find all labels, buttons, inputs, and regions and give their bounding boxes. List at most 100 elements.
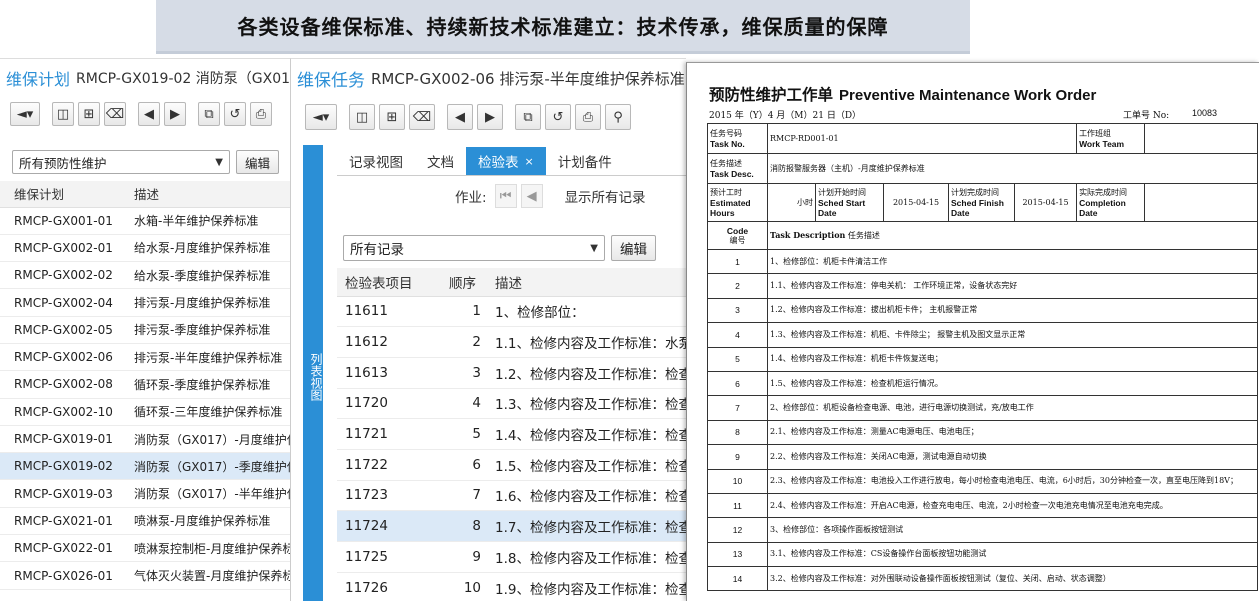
column-header-desc[interactable]: 描述: [120, 181, 290, 208]
table-row[interactable]: RMCP-GX002-06 排污泵-半年度维护保养标准: [0, 343, 290, 372]
plan-code[interactable]: RMCP-GX001-01: [0, 207, 120, 235]
refresh-icon[interactable]: ↺: [545, 104, 571, 130]
column-header-desc[interactable]: 描述: [487, 268, 686, 297]
plan-code[interactable]: RMCP-GX002-04: [0, 288, 120, 317]
show-all-records[interactable]: 显示所有记录: [565, 186, 646, 206]
preview-icon[interactable]: ⚲: [605, 104, 631, 130]
save-icon[interactable]: ◫: [349, 104, 375, 130]
column-header-item[interactable]: 检验表项目: [337, 268, 441, 297]
task-row: 13 3.1、检修内容及工作标准：CS设备操作台面板按钮功能测试: [707, 541, 1259, 568]
table-row[interactable]: RMCP-GX026-01 气体灭火装置-月度维护保养标准: [0, 561, 290, 590]
plan-code[interactable]: RMCP-GX002-02: [0, 261, 120, 290]
next-record-icon[interactable]: ▶: [477, 104, 503, 130]
table-row[interactable]: 11724 8 1.7、检修内容及工作标准：检查渭: [337, 510, 686, 542]
plan-code[interactable]: RMCP-GX019-01: [0, 425, 120, 454]
plan-code[interactable]: RMCP-GX019-03: [0, 479, 120, 508]
print-icon[interactable]: ⎙: [250, 102, 272, 126]
plan-table: 维保计划 描述 RMCP-GX001-01 水箱-半年维护保养标准 RMCP-GX0…: [0, 181, 290, 590]
checklist-item-id[interactable]: 11720: [337, 388, 441, 420]
back-menu-icon[interactable]: ◄▾: [10, 102, 40, 126]
task-description: 1.5、检修内容及工作标准：检查机柜运行情况。: [766, 370, 1259, 397]
toolbar: ◄▾ ◫ ⊞ ⌫ ◀ ▶ ⧉ ↺ ⎙: [0, 97, 290, 131]
checklist-sequence: 5: [441, 418, 487, 450]
first-record-icon[interactable]: ⏮: [494, 184, 517, 208]
tab-checklist[interactable]: 检验表 ×: [466, 147, 546, 175]
column-header-seq[interactable]: 顺序: [441, 268, 487, 297]
plan-code[interactable]: RMCP-GX019-02: [0, 452, 120, 481]
table-row[interactable]: RMCP-GX022-01 喷淋泵控制柜-月度维护保养标准: [0, 534, 290, 563]
table-row[interactable]: 11611 1 1、检修部位：: [337, 296, 686, 328]
table-row[interactable]: RMCP-GX021-01 喷淋泵-月度维护保养标准: [0, 507, 290, 536]
delete-icon[interactable]: ⌫: [104, 102, 126, 126]
task-description: 1、检修部位：机柜卡件清洁工作: [766, 248, 1259, 275]
previous-record-icon[interactable]: ◀: [447, 104, 473, 130]
plan-code[interactable]: RMCP-GX022-01: [0, 534, 120, 563]
checklist-item-id[interactable]: 11613: [337, 357, 441, 389]
next-record-icon[interactable]: ▶: [164, 102, 186, 126]
copy-icon[interactable]: ⧉: [515, 104, 541, 130]
table-row[interactable]: 11722 6 1.5、检修内容及工作标准：检查水: [337, 449, 686, 481]
checklist-item-id[interactable]: 11721: [337, 418, 441, 450]
checklist-item-id[interactable]: 11724: [337, 510, 441, 542]
filter-row: 所有预防性维护 ▼ 编辑: [0, 131, 290, 179]
table-row[interactable]: RMCP-GX019-02消防泵（GX017）-季度维护保养: [0, 452, 290, 481]
save-icon[interactable]: ◫: [52, 102, 74, 126]
plan-code[interactable]: RMCP-GX002-08: [0, 370, 120, 399]
filter-dropdown[interactable]: 所有预防性维护 ▼: [12, 150, 230, 174]
filter-dropdown[interactable]: 所有记录 ▼: [343, 235, 605, 261]
work-order-no-label: 工单号 No:: [1123, 111, 1170, 121]
checklist-item-id[interactable]: 11725: [337, 541, 441, 573]
refresh-icon[interactable]: ↺: [224, 102, 246, 126]
title-en: Preventive Maintenance Work Order: [839, 87, 1097, 104]
table-row[interactable]: RMCP-GX002-05 排污泵-季度维护保养标准: [0, 316, 290, 344]
new-record-icon[interactable]: ⊞: [379, 104, 405, 130]
table-row[interactable]: 11723 7 1.6、检修内容及工作标准：检查水: [337, 480, 686, 512]
task-description: 3.1、检修内容及工作标准：CS设备操作台面板按钮功能测试: [766, 541, 1259, 568]
estimated-hours-label: 预计工时 Estimated Hours: [707, 183, 768, 222]
checklist-item-id[interactable]: 11611: [337, 296, 441, 328]
plan-code[interactable]: RMCP-GX002-06: [0, 343, 120, 372]
checklist-item-id[interactable]: 11612: [337, 326, 441, 358]
table-row[interactable]: RMCP-GX002-02 给水泵-季度维护保养标准: [0, 261, 290, 290]
plan-code[interactable]: RMCP-GX002-10: [0, 398, 120, 426]
table-row[interactable]: 11726 10 1.9、检修内容及工作标准：检查昭: [337, 572, 686, 601]
plan-code[interactable]: RMCP-GX002-05: [0, 316, 120, 344]
sched-finish-label: 计划完成时间 Sched Finish Date: [948, 183, 1015, 222]
plan-code[interactable]: RMCP-GX021-01: [0, 507, 120, 536]
table-row[interactable]: 11725 9 1.8、检修内容及工作标准：检查基: [337, 541, 686, 573]
tab-documents[interactable]: 文档: [415, 147, 466, 175]
previous-record-icon[interactable]: ◀: [138, 102, 160, 126]
column-header-plan[interactable]: 维保计划: [0, 181, 120, 208]
delete-icon[interactable]: ⌫: [409, 104, 435, 130]
tab-planned-parts[interactable]: 计划备件: [545, 147, 624, 175]
table-row[interactable]: RMCP-GX002-01 给水泵-月度维护保养标准: [0, 234, 290, 263]
job-label: 作业:: [455, 190, 487, 206]
new-record-icon[interactable]: ⊞: [78, 102, 100, 126]
edit-button[interactable]: 编辑: [611, 235, 656, 261]
table-row[interactable]: RMCP-GX002-04 排污泵-月度维护保养标准: [0, 288, 290, 317]
list-view-sidebar[interactable]: 列表视图: [303, 145, 323, 601]
checklist-item-id[interactable]: 11726: [337, 572, 441, 601]
tab-divider: [337, 175, 686, 176]
table-row[interactable]: RMCP-GX019-03消防泵（GX017）-半年维护保养: [0, 479, 290, 508]
previous-icon[interactable]: ◀: [520, 184, 543, 208]
table-row[interactable]: RMCP-GX002-10 循环泵-三年度维护保养标准: [0, 398, 290, 426]
table-row[interactable]: 11721 5 1.4、检修内容及工作标准：检查水: [337, 418, 686, 450]
tab-record-view[interactable]: 记录视图: [337, 147, 415, 175]
edit-button[interactable]: 编辑: [236, 150, 280, 174]
checklist-item-id[interactable]: 11722: [337, 449, 441, 481]
table-row[interactable]: RMCP-GX002-08 循环泵-季度维护保养标准: [0, 370, 290, 399]
table-row[interactable]: RMCP-GX019-01消防泵（GX017）-月度维护保养: [0, 425, 290, 454]
table-row[interactable]: 11612 2 1.1、检修内容及工作标准：水泵航: [337, 326, 686, 358]
plan-code[interactable]: RMCP-GX002-01: [0, 234, 120, 263]
app-title: 维保任务: [297, 70, 365, 91]
copy-icon[interactable]: ⧉: [198, 102, 220, 126]
table-row[interactable]: 11720 4 1.3、检修内容及工作标准：检查水: [337, 388, 686, 420]
close-icon[interactable]: ×: [525, 155, 534, 168]
plan-code[interactable]: RMCP-GX026-01: [0, 561, 120, 590]
table-row[interactable]: RMCP-GX001-01 水箱-半年维护保养标准: [0, 207, 290, 235]
checklist-item-id[interactable]: 11723: [337, 480, 441, 512]
print-icon[interactable]: ⎙: [575, 104, 601, 130]
table-row[interactable]: 11613 3 1.2、检修内容及工作标准：检查水: [337, 357, 686, 389]
back-menu-icon[interactable]: ◄▾: [305, 104, 337, 130]
